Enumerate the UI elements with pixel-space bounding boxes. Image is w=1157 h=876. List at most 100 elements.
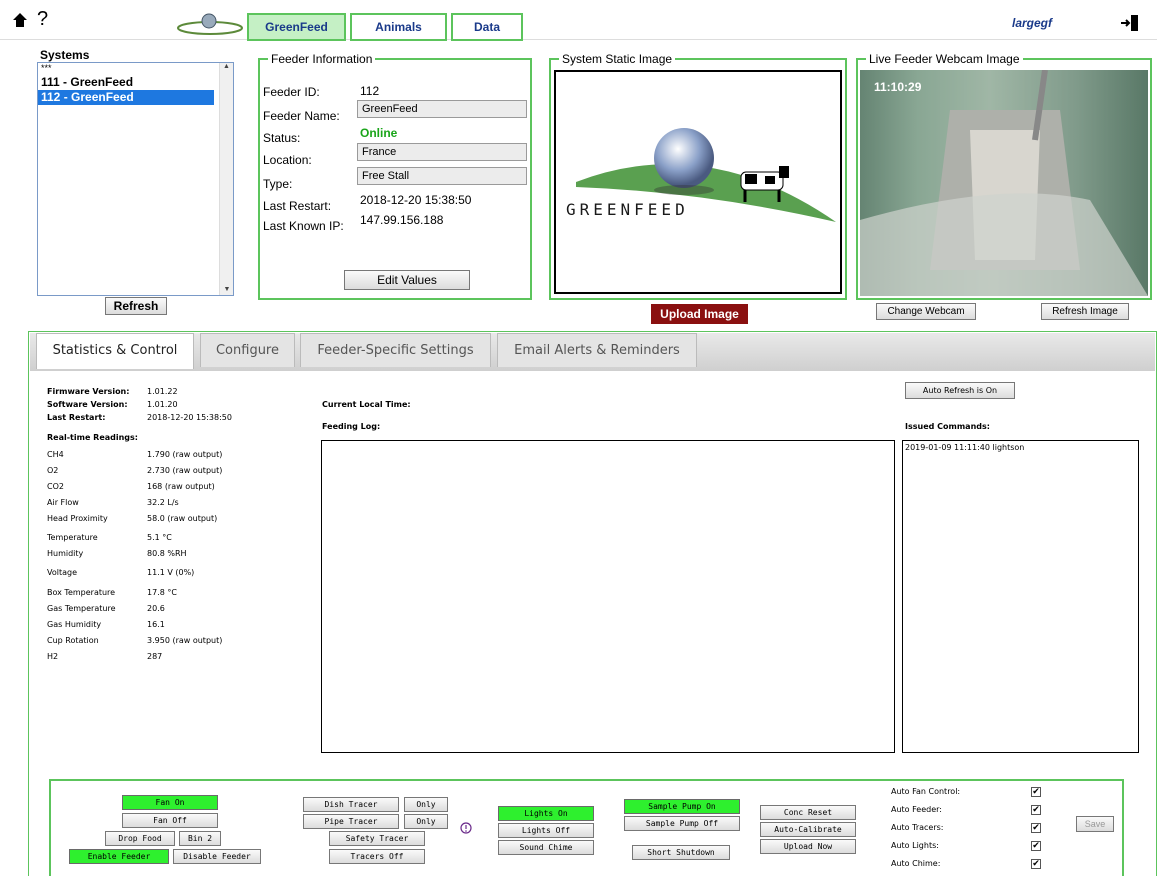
reading-value: 1.790 (raw output): [147, 450, 223, 459]
auto-calibrate-button[interactable]: Auto-Calibrate: [760, 822, 856, 837]
auto-feeder-label: Auto Feeder:: [891, 805, 942, 814]
feeder-id-label: Feeder ID:: [263, 85, 320, 99]
reading-value: 2.730 (raw output): [147, 466, 223, 475]
auto-chime-label: Auto Chime:: [891, 859, 941, 868]
reading-label: Box Temperature: [47, 588, 116, 597]
last-restart-value: 2018-12-20 15:38:50: [360, 193, 472, 207]
safety-tracer-button[interactable]: Safety Tracer: [329, 831, 425, 846]
drop-food-button[interactable]: Drop Food: [105, 831, 175, 846]
tab-strip: Statistics & Control Configure Feeder-Sp…: [30, 333, 1155, 371]
reading-row: CH4 1.790 (raw output): [47, 450, 222, 459]
reading-value: 11.1 V (0%): [147, 568, 195, 577]
enable-feeder-button[interactable]: Enable Feeder: [69, 849, 169, 864]
webcam-image: 11:10:29: [860, 70, 1148, 296]
feeder-id-value: 112: [360, 84, 380, 98]
reading-row: Head Proximity 58.0 (raw output): [47, 514, 217, 523]
lights-on-button[interactable]: Lights On: [498, 806, 594, 821]
reading-label: Cup Rotation: [47, 636, 99, 645]
reading-value: 16.1: [147, 620, 165, 629]
reading-row: Humidity 80.8 %RH: [47, 549, 187, 558]
auto-tracers-checkbox[interactable]: ✔: [1031, 823, 1041, 833]
feeder-name-label: Feeder Name:: [263, 109, 340, 123]
software-value: 1.01.20: [147, 400, 178, 409]
static-image-panel: System Static Image GREENFEED: [549, 52, 847, 300]
conc-reset-button[interactable]: Conc Reset: [760, 805, 856, 820]
tab-email-alerts[interactable]: Email Alerts & Reminders: [497, 333, 697, 367]
list-item-selected[interactable]: 112 - GreenFeed: [38, 90, 214, 105]
pipe-tracer-button[interactable]: Pipe Tracer: [303, 814, 399, 829]
tab-statistics-control[interactable]: Statistics & Control: [36, 333, 194, 369]
issued-commands-box[interactable]: 2019-01-09 11:11:40 lightson: [902, 440, 1139, 753]
disable-feeder-button[interactable]: Disable Feeder: [173, 849, 261, 864]
reading-value: 32.2 L/s: [147, 498, 179, 507]
tab-animals[interactable]: Animals: [350, 13, 447, 41]
sample-pump-on-button[interactable]: Sample Pump On: [624, 799, 740, 814]
dish-only-button[interactable]: Only: [404, 797, 448, 812]
reading-row: O2 2.730 (raw output): [47, 466, 222, 475]
list-item[interactable]: 111 - GreenFeed: [38, 75, 233, 90]
tab-feeder-specific-settings[interactable]: Feeder-Specific Settings: [300, 333, 491, 367]
dish-tracer-button[interactable]: Dish Tracer: [303, 797, 399, 812]
auto-settings: Auto Fan Control: Auto Feeder: Auto Trac…: [891, 787, 1051, 876]
readings-title: Real-time Readings:: [47, 433, 138, 442]
tab-data[interactable]: Data: [451, 13, 523, 41]
fan-off-button[interactable]: Fan Off: [122, 813, 218, 828]
tab-animals-label: Animals: [375, 20, 422, 34]
status-label: Status:: [263, 131, 301, 145]
reading-value: 80.8 %RH: [147, 549, 187, 558]
reading-label: H2: [47, 652, 59, 661]
tracers-off-button[interactable]: Tracers Off: [329, 849, 425, 864]
last-ip-label: Last Known IP:: [263, 219, 344, 233]
short-shutdown-button[interactable]: Short Shutdown: [632, 845, 730, 860]
logout-icon[interactable]: [1120, 14, 1140, 32]
sound-chime-button[interactable]: Sound Chime: [498, 840, 594, 855]
username-link[interactable]: largegf: [1012, 16, 1052, 30]
tab-configure[interactable]: Configure: [200, 333, 295, 367]
feeding-log-box[interactable]: [321, 440, 895, 753]
change-webcam-button[interactable]: Change Webcam: [876, 303, 976, 320]
reading-value: 58.0 (raw output): [147, 514, 218, 523]
systems-list[interactable]: *** 111 - GreenFeed 112 - GreenFeed ▲ ▼: [37, 62, 234, 296]
save-button[interactable]: Save: [1076, 816, 1114, 832]
bin2-button[interactable]: Bin 2: [179, 831, 221, 846]
feeder-name-field[interactable]: GreenFeed: [357, 100, 527, 118]
fan-on-button[interactable]: Fan On: [122, 795, 218, 810]
webcam-timestamp: 11:10:29: [874, 80, 922, 94]
auto-chime-checkbox[interactable]: ✔: [1031, 859, 1041, 869]
feeder-info-legend: Feeder Information: [268, 52, 376, 66]
main-panel: Statistics & Control Configure Feeder-Sp…: [28, 331, 1157, 876]
home-icon[interactable]: [12, 12, 28, 28]
refresh-image-button[interactable]: Refresh Image: [1041, 303, 1129, 320]
reading-row: Temperature 5.1 °C: [47, 533, 172, 542]
location-label: Location:: [263, 153, 312, 167]
location-field[interactable]: France: [357, 143, 527, 161]
type-label: Type:: [263, 177, 293, 191]
list-item[interactable]: ***: [38, 63, 233, 75]
type-field[interactable]: Free Stall: [357, 167, 527, 185]
edit-values-button[interactable]: Edit Values: [344, 270, 470, 290]
reading-row: H2 287: [47, 652, 162, 661]
auto-lights-checkbox[interactable]: ✔: [1031, 841, 1041, 851]
last-restart-label: Last Restart:: [263, 199, 332, 213]
reading-value: 5.1 °C: [147, 533, 172, 542]
webcam-legend: Live Feeder Webcam Image: [866, 52, 1023, 66]
scrollbar[interactable]: ▲ ▼: [219, 63, 233, 295]
reading-row: Air Flow 32.2 L/s: [47, 498, 179, 507]
refresh-systems-button[interactable]: Refresh: [105, 297, 167, 315]
info-icon[interactable]: [460, 821, 472, 834]
upload-now-button[interactable]: Upload Now: [760, 839, 856, 854]
lights-off-button[interactable]: Lights Off: [498, 823, 594, 838]
tab-greenfeed[interactable]: GreenFeed: [247, 13, 346, 41]
static-image-legend: System Static Image: [559, 52, 676, 66]
feeder-info-panel: Feeder Information Feeder ID: Feeder Nam…: [258, 52, 532, 300]
last-ip-value: 147.99.156.188: [360, 213, 444, 227]
upload-image-button[interactable]: Upload Image: [651, 304, 748, 324]
firmware-label: Firmware Version:: [47, 387, 130, 396]
auto-feeder-checkbox[interactable]: ✔: [1031, 805, 1041, 815]
pipe-only-button[interactable]: Only: [404, 814, 448, 829]
auto-refresh-button[interactable]: Auto Refresh is On: [905, 382, 1015, 399]
sample-pump-off-button[interactable]: Sample Pump Off: [624, 816, 740, 831]
reading-label: Air Flow: [47, 498, 79, 507]
help-icon[interactable]: ?: [37, 8, 48, 31]
auto-fan-checkbox[interactable]: ✔: [1031, 787, 1041, 797]
